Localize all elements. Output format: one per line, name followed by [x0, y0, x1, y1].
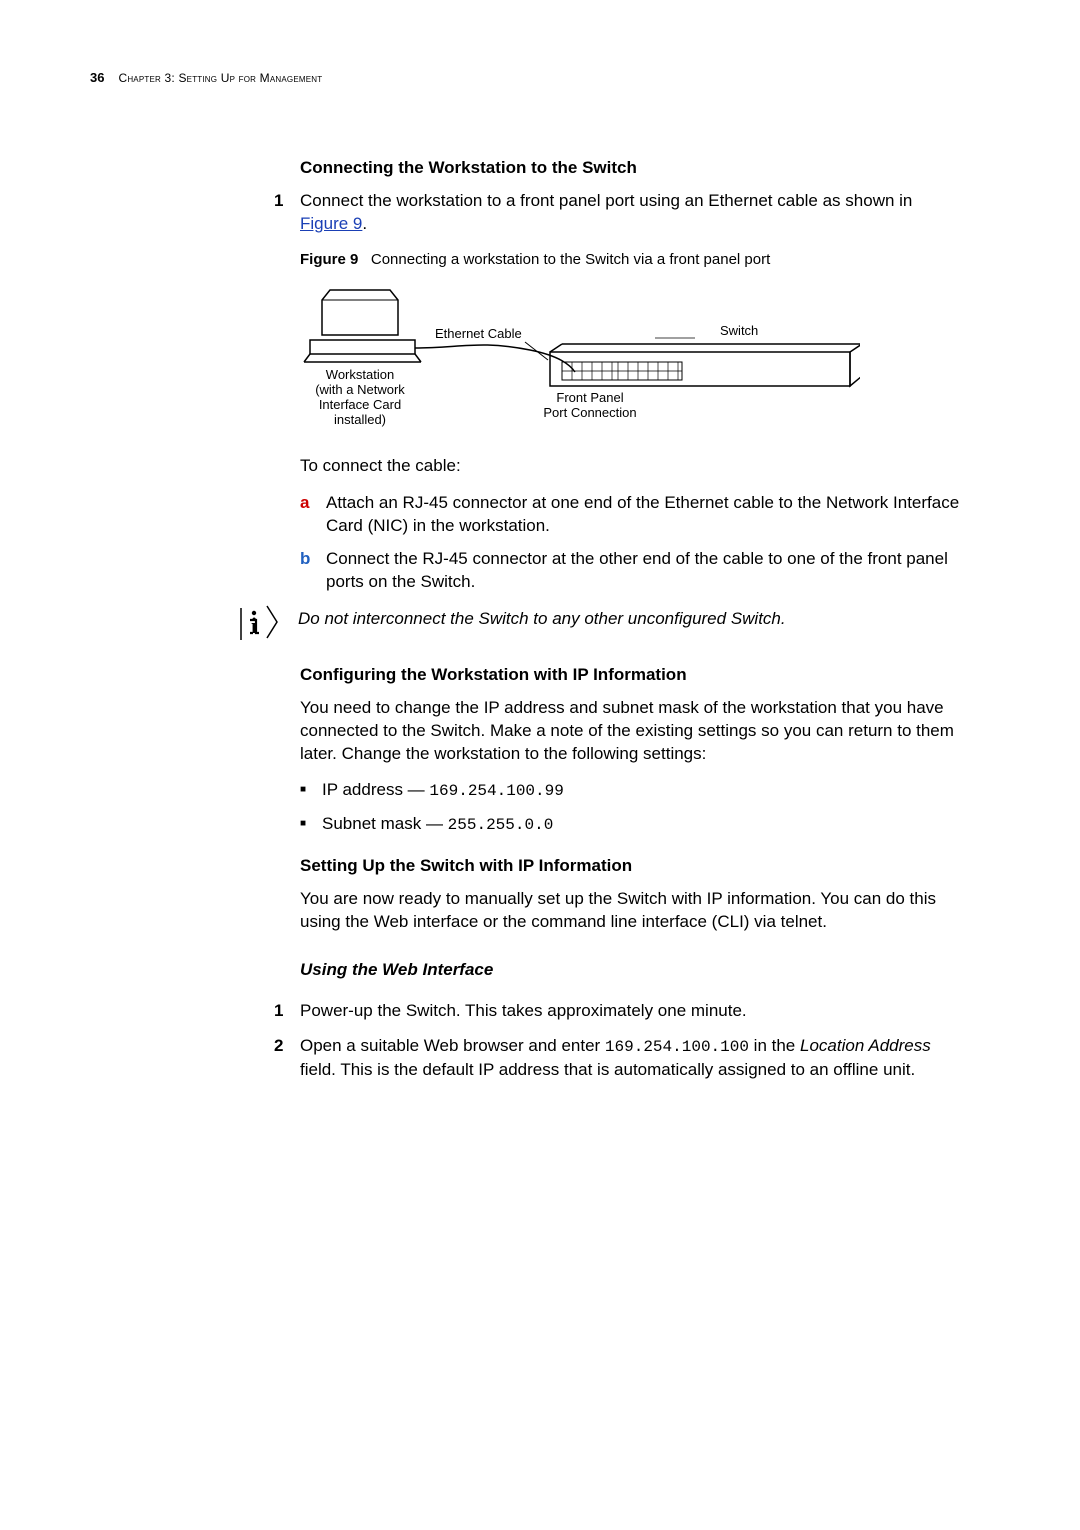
web-step-2: 2 Open a suitable Web browser and enter … — [300, 1035, 960, 1082]
figure-caption: Figure 9 Connecting a workstation to the… — [300, 250, 960, 270]
info-note: i Do not interconnect the Switch to any … — [236, 604, 960, 644]
web-step-1-text: Power-up the Switch. This takes approxim… — [300, 1001, 747, 1020]
substep-a: a Attach an RJ-45 connector at one end o… — [300, 492, 960, 538]
fig-label-ws1: Workstation — [326, 367, 394, 382]
step-marker: 1 — [274, 190, 283, 213]
figure-link[interactable]: Figure 9 — [300, 214, 362, 233]
sec3-para: You are now ready to manually set up the… — [300, 888, 960, 934]
s2a: Open a suitable Web browser and enter — [300, 1036, 605, 1055]
fig-label-ws4: installed) — [334, 412, 386, 427]
substep-b-marker: b — [300, 548, 310, 571]
s2c: field. This is the default IP address th… — [300, 1060, 915, 1079]
figure-label: Figure 9 — [300, 251, 358, 268]
mask-label: Subnet mask — — [322, 814, 448, 833]
mask-value: 255.255.0.0 — [448, 816, 554, 834]
section-heading-connecting: Connecting the Workstation to the Switch — [300, 157, 960, 180]
ip-label: IP address — — [322, 780, 429, 799]
step-text-tail: . — [362, 214, 367, 233]
ip-value: 169.254.100.99 — [429, 782, 563, 800]
fig-label-fp2: Port Connection — [543, 405, 636, 420]
section-heading-setup-switch: Setting Up the Switch with IP Informatio… — [300, 855, 960, 878]
section-heading-web-interface: Using the Web Interface — [300, 959, 960, 982]
section-heading-config-ws: Configuring the Workstation with IP Info… — [300, 664, 960, 687]
subnet-item: Subnet mask — 255.255.0.0 — [300, 813, 960, 837]
fig-label-ethernet: Ethernet Cable — [435, 326, 522, 341]
connect-intro: To connect the cable: — [300, 455, 960, 478]
step-1: 1 Connect the workstation to a front pan… — [300, 190, 960, 236]
substep-a-marker: a — [300, 492, 309, 515]
fig-label-ws2: (with a Network — [315, 382, 405, 397]
fig-label-ws3: Interface Card — [319, 397, 401, 412]
figure-caption-text: Connecting a workstation to the Switch v… — [371, 251, 770, 268]
running-header: 36 Chapter 3: Setting Up for Management — [90, 70, 960, 85]
info-note-text: Do not interconnect the Switch to any ot… — [298, 604, 960, 631]
s2-italic: Location Address — [800, 1036, 931, 1055]
step-marker: 2 — [274, 1035, 283, 1058]
ip-address-item: IP address — 169.254.100.99 — [300, 779, 960, 803]
chapter-title: Chapter 3: Setting Up for Management — [118, 71, 322, 85]
substep-b-text: Connect the RJ-45 connector at the other… — [326, 549, 948, 591]
page-number: 36 — [90, 70, 104, 85]
info-icon: i — [236, 604, 280, 644]
s2b: in the — [749, 1036, 800, 1055]
substep-b: b Connect the RJ-45 connector at the oth… — [300, 548, 960, 594]
fig-label-switch: Switch — [720, 323, 758, 338]
step-text: Connect the workstation to a front panel… — [300, 191, 912, 210]
web-step-1: 1 Power-up the Switch. This takes approx… — [300, 1000, 960, 1023]
fig-label-fp1: Front Panel — [556, 390, 623, 405]
step-marker: 1 — [274, 1000, 283, 1023]
sec2-para: You need to change the IP address and su… — [300, 697, 960, 766]
figure-9-diagram: Ethernet Cable — [300, 280, 960, 437]
s2-code: 169.254.100.100 — [605, 1038, 749, 1056]
substep-a-text: Attach an RJ-45 connector at one end of … — [326, 493, 959, 535]
